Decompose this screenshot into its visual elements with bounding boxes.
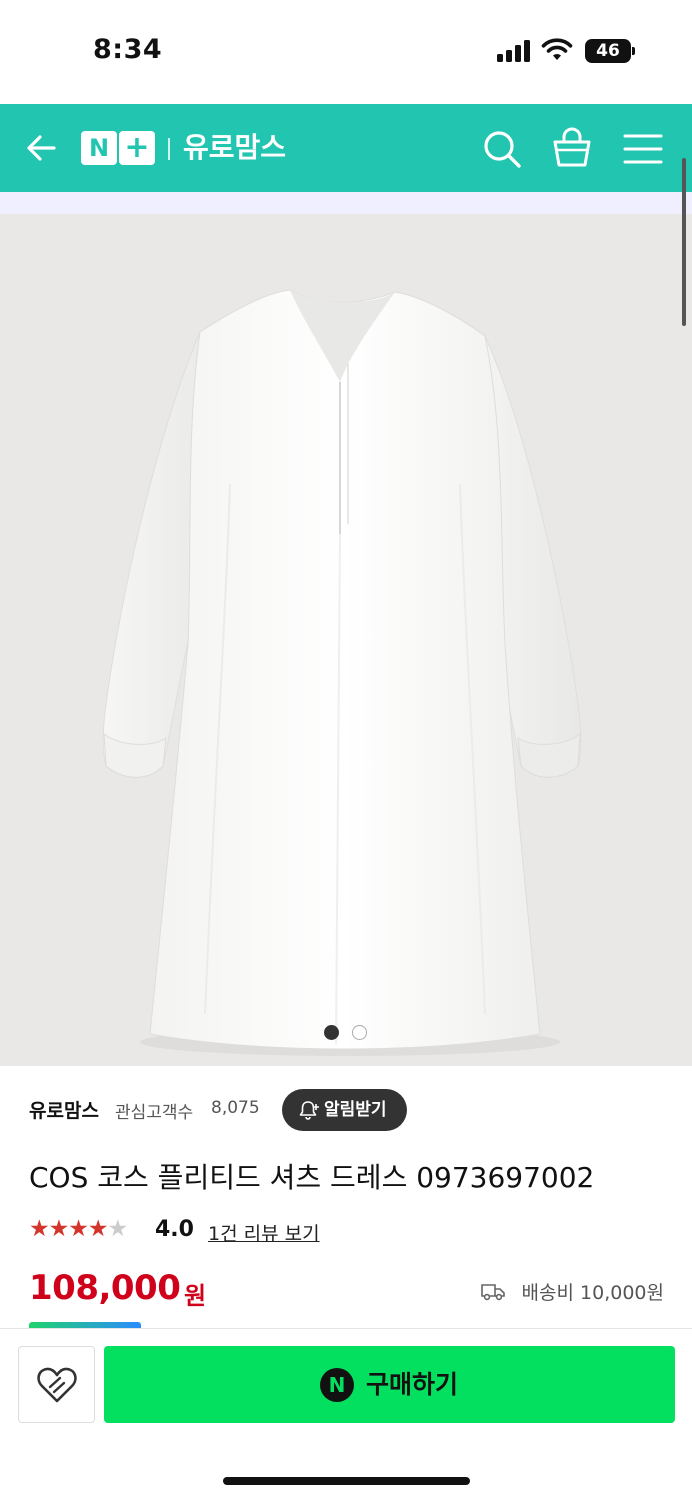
rating-value: 4.0: [155, 1217, 194, 1242]
star-empty-icon: ★: [107, 1216, 129, 1242]
price-unit: 원: [184, 1282, 207, 1310]
heart-icon: [37, 1367, 77, 1403]
alarm-button[interactable]: 알림받기: [282, 1089, 407, 1131]
price-row: 108,000 원 배송비 10,000원: [29, 1268, 669, 1314]
buy-button[interactable]: N 구매하기: [104, 1346, 675, 1423]
hamburger-menu-icon[interactable]: [622, 130, 664, 168]
rating-row: ★★★★★ 4.0 1건 리뷰 보기: [29, 1214, 429, 1248]
top-header: N + 유로맘스: [0, 104, 692, 192]
review-link[interactable]: 1건 리뷰 보기: [208, 1219, 320, 1246]
follower-label: 관심고객수: [115, 1103, 194, 1123]
buy-button-label: 구매하기: [366, 1370, 459, 1399]
rating-stars: ★★★★★: [29, 1216, 129, 1242]
nplus-logo-n[interactable]: N: [81, 131, 117, 165]
seller-row: 유로맘스 관심고객수 8,075 알림받기: [29, 1088, 669, 1132]
nplus-logo-plus[interactable]: +: [119, 131, 155, 165]
truck-icon: [481, 1284, 505, 1301]
status-bar: 8:34 46: [0, 0, 692, 104]
star-filled-icon: ★: [87, 1216, 109, 1242]
product-image[interactable]: [0, 214, 692, 1066]
star-filled-icon: ★: [68, 1216, 89, 1242]
product-title: COS 코스 플리티드 셔츠 드레스 0973697002: [29, 1161, 595, 1194]
naver-pay-icon: N: [320, 1368, 354, 1402]
battery-cap: [632, 47, 635, 55]
star-filled-icon: ★: [29, 1216, 50, 1242]
shipping-fee: 배송비 10,000원: [521, 1282, 664, 1304]
search-icon[interactable]: [481, 128, 523, 170]
home-indicator[interactable]: [223, 1477, 470, 1485]
logo-divider: [168, 138, 170, 160]
status-time: 8:34: [93, 34, 163, 65]
shopping-basket-icon[interactable]: [551, 126, 593, 170]
wishlist-button[interactable]: [18, 1346, 95, 1423]
purchase-bar: N 구매하기: [0, 1328, 692, 1500]
alarm-button-label: 알림받기: [324, 1100, 387, 1120]
scrollbar[interactable]: [682, 158, 686, 326]
signal-icon: [497, 40, 530, 62]
bell-plus-icon: [299, 1101, 319, 1120]
store-name[interactable]: 유로맘스: [183, 128, 286, 168]
wifi-icon: [541, 38, 573, 60]
header-divider-strip: [0, 192, 692, 214]
back-arrow-icon[interactable]: [22, 128, 62, 168]
pagination-dot-active[interactable]: [324, 1025, 339, 1040]
star-filled-icon: ★: [48, 1216, 70, 1242]
follower-count: 8,075: [211, 1098, 260, 1118]
battery-icon: 46: [585, 39, 631, 63]
product-price: 108,000: [29, 1268, 181, 1308]
dress-illustration: [102, 289, 582, 1056]
pagination-dot[interactable]: [352, 1025, 367, 1040]
seller-name[interactable]: 유로맘스: [29, 1096, 99, 1123]
